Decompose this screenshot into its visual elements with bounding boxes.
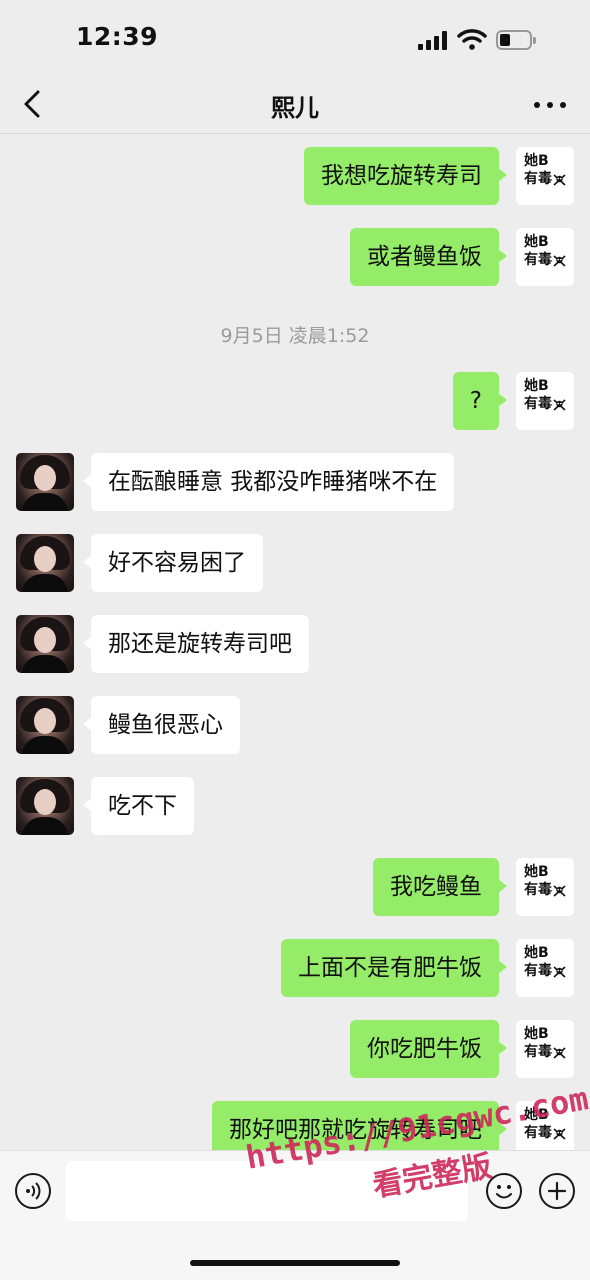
outgoing-message: 我吃鳗鱼 她B 有毒 [0,858,590,916]
message-bubble[interactable]: 或者鳗鱼饭 [350,228,507,286]
skull-icon [553,399,566,411]
cellular-signal-icon [418,30,448,50]
contact-avatar[interactable] [16,453,74,511]
skull-icon [553,174,566,186]
incoming-message: 那还是旋转寿司吧 [0,615,590,673]
plus-button[interactable] [539,1173,575,1209]
home-indicator [190,1260,400,1266]
outgoing-message: 我想吃旋转寿司 她B 有毒 [0,147,590,205]
wifi-icon [457,29,487,50]
status-time: 12:39 [76,22,159,51]
contact-avatar[interactable] [16,777,74,835]
chat-title: 熙儿 [271,94,319,122]
outgoing-message: ? 她B 有毒 [0,372,590,430]
message-bubble[interactable]: 我吃鳗鱼 [373,858,507,916]
avatar-label: 有毒 [524,171,552,187]
message-bubble[interactable]: 好不容易困了 [83,534,263,592]
message-bubble[interactable]: 上面不是有肥牛饭 [281,939,507,997]
incoming-message: 吃不下 [0,777,590,835]
voice-input-button[interactable] [15,1173,51,1209]
outgoing-message: 或者鳗鱼饭 她B 有毒 [0,228,590,286]
avatar-label: 她B [524,864,549,880]
skull-icon [553,885,566,897]
skull-icon [553,966,566,978]
nav-bar: 熙儿 [0,76,590,134]
avatar-label: 她B [524,1026,549,1042]
avatar-label: 有毒 [524,252,552,268]
battery-icon [496,30,536,50]
avatar-label: 有毒 [524,396,552,412]
more-options-button[interactable] [532,96,568,116]
contact-avatar[interactable] [16,615,74,673]
avatar-label: 她B [524,234,549,250]
avatar-label: 她B [524,945,549,961]
self-avatar[interactable]: 她B 有毒 [516,372,574,430]
incoming-message: 好不容易困了 [0,534,590,592]
contact-avatar[interactable] [16,696,74,754]
avatar-label: 她B [524,378,549,394]
message-bubble[interactable]: 那还是旋转寿司吧 [83,615,309,673]
message-bubble[interactable]: 我想吃旋转寿司 [304,147,507,205]
message-bubble[interactable]: 鳗鱼很恶心 [83,696,240,754]
skull-icon [553,255,566,267]
chat-timestamp: 9月5日 凌晨1:52 [220,325,370,347]
outgoing-message: 上面不是有肥牛饭 她B 有毒 [0,939,590,997]
message-bubble[interactable]: 吃不下 [83,777,194,835]
incoming-message: 在酝酿睡意 我都没咋睡猪咪不在 [0,453,590,511]
self-avatar[interactable]: 她B 有毒 [516,147,574,205]
self-avatar[interactable]: 她B 有毒 [516,228,574,286]
message-bubble[interactable]: ? [452,372,508,430]
avatar-label: 有毒 [524,882,552,898]
status-bar: 12:39 [0,0,590,76]
avatar-label: 她B [524,153,549,169]
self-avatar[interactable]: 她B 有毒 [516,939,574,997]
message-bubble[interactable]: 在酝酿睡意 我都没咋睡猪咪不在 [82,453,455,511]
contact-avatar[interactable] [16,534,74,592]
avatar-label: 有毒 [524,963,552,979]
self-avatar[interactable]: 她B 有毒 [516,858,574,916]
incoming-message: 鳗鱼很恶心 [0,696,590,754]
